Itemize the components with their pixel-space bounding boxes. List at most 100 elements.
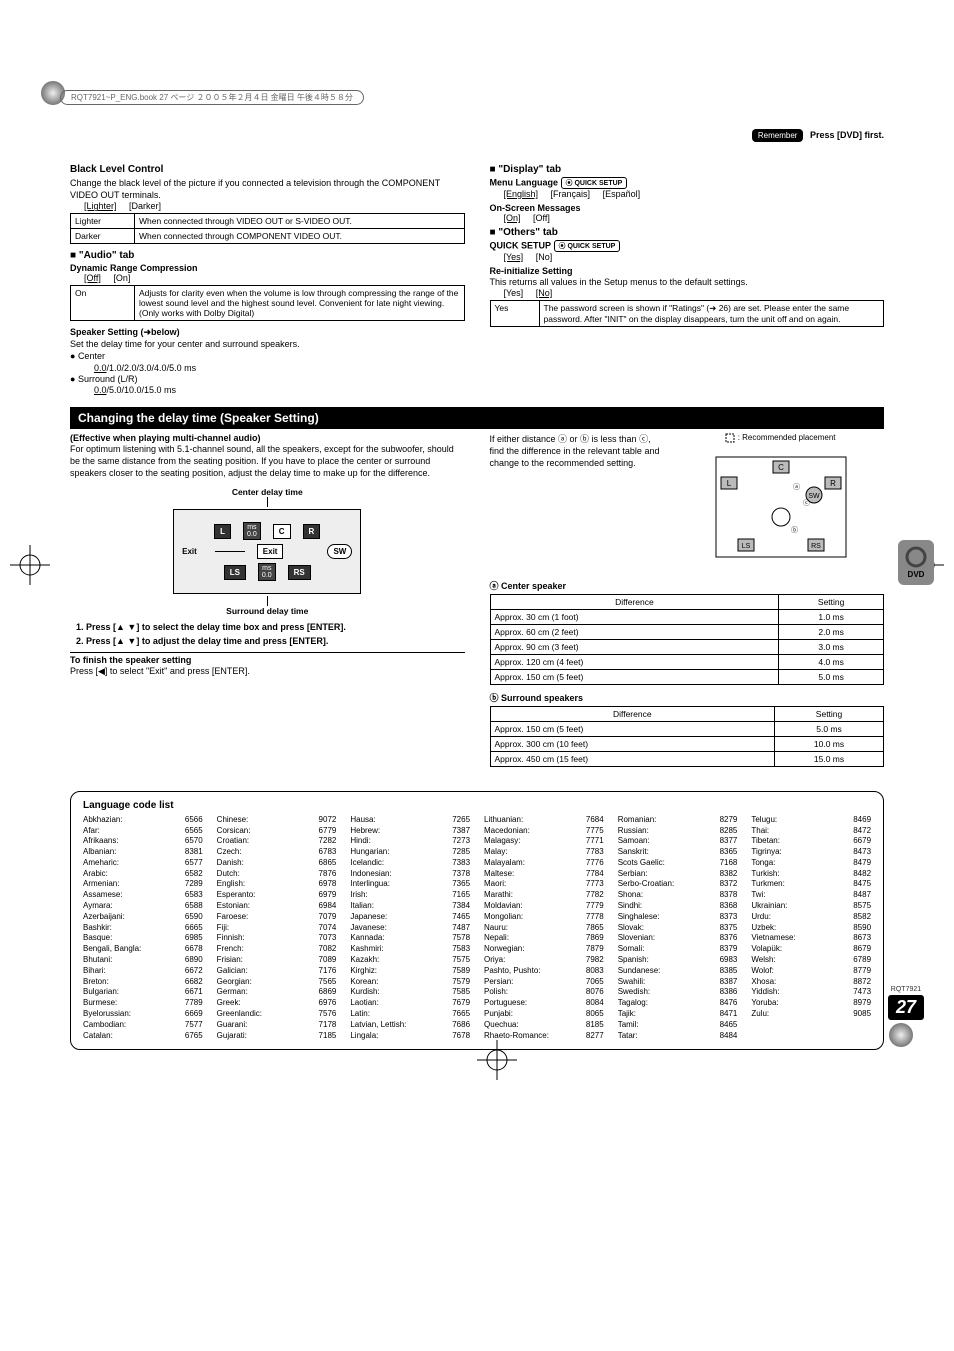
lang-column: Chinese:9072Corsican:6779Croatian:7282Cz… (217, 815, 337, 1042)
lang-row: Tagalog:8476 (618, 998, 738, 1009)
lang-row: Interlingua:7365 (350, 879, 470, 890)
lang-row: Catalan:6765 (83, 1031, 203, 1042)
lang-row: Corsican:6779 (217, 826, 337, 837)
left-column: Black Level Control Change the black lev… (70, 160, 465, 395)
lang-row: Romanian:8279 (618, 815, 738, 826)
display-tab-title: "Display" tab (490, 164, 885, 175)
lang-row: Irish:7165 (350, 890, 470, 901)
lang-row: Bihari:6672 (83, 966, 203, 977)
svg-text:L: L (726, 479, 731, 488)
svg-text:SW: SW (808, 493, 820, 500)
lang-row: Fiji:7074 (217, 923, 337, 934)
lang-row: Laotian:7679 (350, 998, 470, 1009)
lang-row: Kirghiz:7589 (350, 966, 470, 977)
header-meta-bar: RQT7921~P_ENG.book 27 ページ ２００５年２月４日 金曜日 … (60, 90, 894, 105)
finish-title: To finish the speaker setting (70, 655, 465, 665)
reinit-opts: [Yes] [No] (504, 288, 885, 298)
lang-row: Basque:6985 (83, 933, 203, 944)
black-level-opts: [Lighter] [Darker] (84, 201, 465, 211)
lang-column: Lithuanian:7684Macedonian:7775Malagasy:7… (484, 815, 604, 1042)
lang-row: Japanese:7465 (350, 912, 470, 923)
lang-row: Shona:8378 (618, 890, 738, 901)
lang-row: Abkhazian:6566 (83, 815, 203, 826)
lang-row: Hausa:7265 (350, 815, 470, 826)
lang-row: Uzbek:8590 (751, 923, 871, 934)
surround-speaker-table: DifferenceSetting Approx. 150 cm (5 feet… (490, 706, 885, 767)
lang-row: Azerbaijani:6590 (83, 912, 203, 923)
lang-row: Latin:7665 (350, 1009, 470, 1020)
lang-column: Romanian:8279Russian:8285Samoan:8377Sans… (618, 815, 738, 1042)
lang-row: Hungarian:7285 (350, 847, 470, 858)
speaker-setting-desc: Set the delay time for your center and s… (70, 338, 465, 350)
lang-row: Turkish:8482 (751, 869, 871, 880)
lang-row: Indonesian:7378 (350, 869, 470, 880)
delay-section-bar: Changing the delay time (Speaker Setting… (70, 407, 884, 429)
lang-row: Cambodian:7577 (83, 1020, 203, 1031)
table-cell: 15.0 ms (775, 751, 884, 766)
lang-row: Kashmiri:7583 (350, 944, 470, 955)
svg-text:RS: RS (811, 543, 821, 550)
lang-row: Icelandic:7383 (350, 858, 470, 869)
lang-row: Aymara:6588 (83, 901, 203, 912)
lang-row: Portuguese:8084 (484, 998, 604, 1009)
lang-row: Frisian:7089 (217, 955, 337, 966)
lang-row: Bengali, Bangla:6678 (83, 944, 203, 955)
lang-row: Hebrew:7387 (350, 826, 470, 837)
lang-row: Volapük:8679 (751, 944, 871, 955)
lang-row: Tonga:8479 (751, 858, 871, 869)
lang-row: Wolof:8779 (751, 966, 871, 977)
reinit-title: Re-initialize Setting (490, 266, 885, 276)
speaker-setting-title: Speaker Setting (➜below) (70, 327, 465, 338)
quick-setup-badge: QUICK SETUP (561, 177, 628, 189)
lang-row: Czech:6783 (217, 847, 337, 858)
black-level-title: Black Level Control (70, 164, 465, 175)
lang-row: Assamese:6583 (83, 890, 203, 901)
lang-row: Zulu:9085 (751, 1009, 871, 1020)
lang-row: Maltese:7784 (484, 869, 604, 880)
lang-row: Serbian:8382 (618, 869, 738, 880)
table-cell: 10.0 ms (775, 736, 884, 751)
svg-text:LS: LS (741, 543, 750, 550)
table-cell: Approx. 90 cm (3 feet) (490, 639, 779, 654)
disc-icon (905, 546, 927, 568)
audio-tab-title: "Audio" tab (70, 250, 465, 261)
lang-row: Moldavian:7779 (484, 901, 604, 912)
lang-row: Afrikaans:6570 (83, 836, 203, 847)
lang-row: Arabic:6582 (83, 869, 203, 880)
lang-row: Greenlandic:7576 (217, 1009, 337, 1020)
table-cell: Approx. 150 cm (5 feet) (490, 721, 775, 736)
lang-row: Byelorussian:6669 (83, 1009, 203, 1020)
lang-row: Bulgarian:6671 (83, 987, 203, 998)
menu-language-opts: [English] [Français] [Español] (504, 189, 885, 199)
room-diagram-icon: L C R SW LS RS ⓐ ⓒ ⓑ (706, 447, 856, 567)
lang-row: Scots Gaelic:7168 (618, 858, 738, 869)
lang-row: Kannada:7578 (350, 933, 470, 944)
lang-row: Latvian, Lettish:7686 (350, 1020, 470, 1031)
lang-row: Armenian:7289 (83, 879, 203, 890)
lang-row: Turkmen:8475 (751, 879, 871, 890)
lang-row: Polish:8076 (484, 987, 604, 998)
crop-mark-icon (10, 545, 50, 585)
lang-row: Pashto, Pushto:8083 (484, 966, 604, 977)
svg-text:ⓑ: ⓑ (791, 526, 798, 534)
remember-text: Press [DVD] first. (810, 130, 884, 140)
lang-row: Singhalese:8373 (618, 912, 738, 923)
lang-row: Esperanto:6979 (217, 890, 337, 901)
rec-placement-label: : Recommended placement (677, 433, 884, 443)
lang-row: Welsh:6789 (751, 955, 871, 966)
lang-row: Bhutani:6890 (83, 955, 203, 966)
quick-setup-opts: [Yes] [No] (504, 252, 885, 262)
table-cell: 4.0 ms (779, 654, 884, 669)
crop-mark-icon (477, 1040, 517, 1080)
effective-note: (Effective when playing multi-channel au… (70, 433, 465, 443)
lang-row: Tigrinya:8473 (751, 847, 871, 858)
reinit-desc: This returns all values in the Setup men… (490, 276, 885, 288)
lang-row: Finnish:7073 (217, 933, 337, 944)
lang-row: Oriya:7982 (484, 955, 604, 966)
table-cell: Approx. 150 cm (5 feet) (490, 669, 779, 684)
lang-row: Russian:8285 (618, 826, 738, 837)
lang-row: Swedish:8386 (618, 987, 738, 998)
language-code-title: Language code list (83, 800, 871, 811)
lang-row: Telugu:8469 (751, 815, 871, 826)
page-number-badge: RQT7921 27 (888, 986, 924, 1020)
